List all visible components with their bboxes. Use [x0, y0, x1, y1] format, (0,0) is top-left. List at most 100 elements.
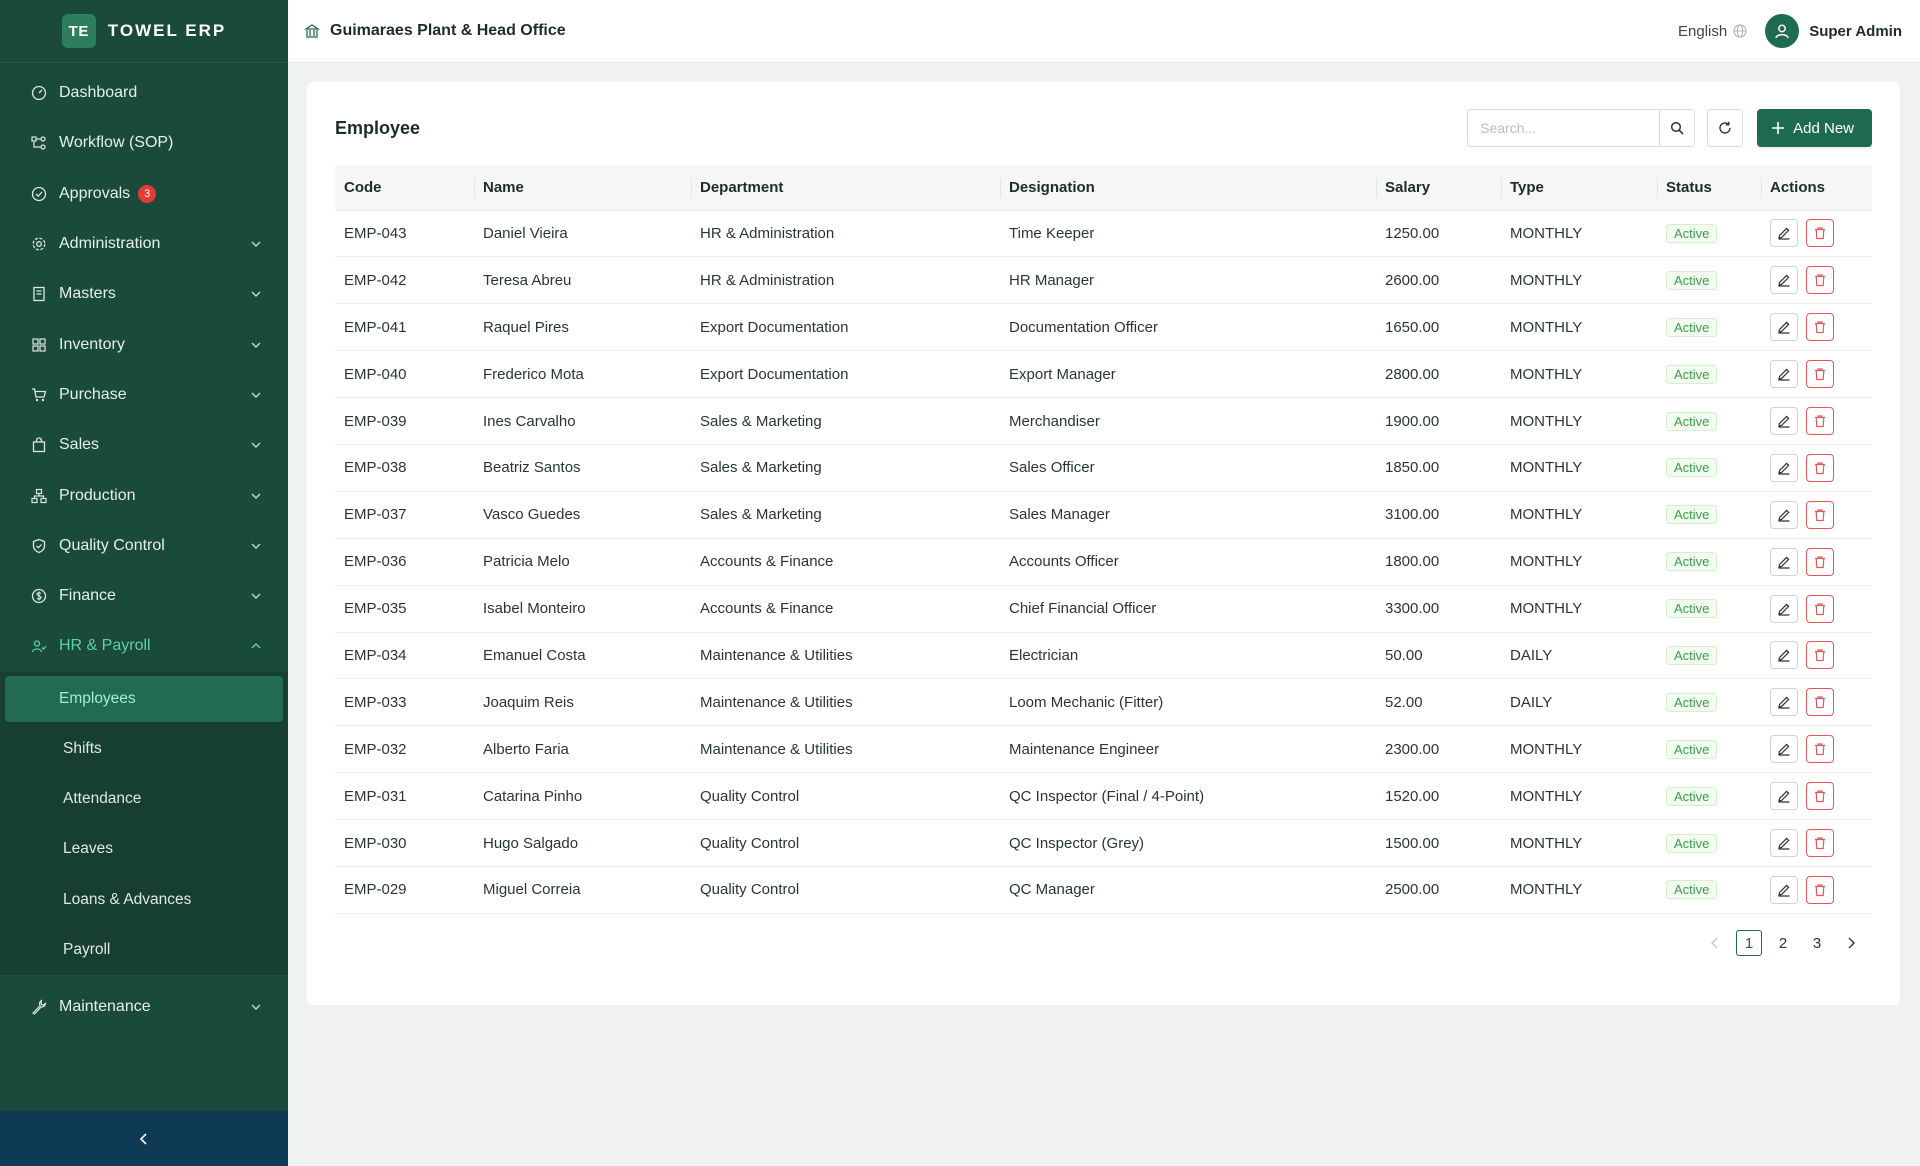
table-row[interactable]: EMP-036 Patricia Melo Accounts & Finance Ac…	[335, 538, 1872, 586]
delete-button[interactable]	[1806, 688, 1834, 717]
sidebar-item-icon	[31, 638, 47, 654]
cell-actions	[1761, 397, 1872, 445]
sidebar-item-masters[interactable]: Masters	[0, 269, 288, 319]
edit-button[interactable]	[1770, 782, 1798, 811]
sidebar-item-maintenance[interactable]: Maintenance	[0, 982, 288, 1032]
table-row[interactable]: EMP-033 Joaquim Reis Maintenance & Utiliti…	[335, 678, 1872, 727]
add-new-button[interactable]: Add New	[1757, 109, 1872, 147]
language-selector[interactable]: English	[1678, 23, 1747, 40]
search-button[interactable]	[1659, 109, 1696, 147]
row-actions	[1770, 547, 1863, 576]
edit-button[interactable]	[1770, 313, 1798, 342]
delete-button[interactable]	[1806, 453, 1834, 482]
status-badge: Active	[1666, 270, 1718, 290]
submenu-item-employees[interactable]: Employees	[5, 675, 283, 722]
edit-button[interactable]	[1770, 407, 1798, 435]
table-row[interactable]: EMP-031 Catarina Pinho Quality Control QC I…	[335, 772, 1872, 821]
edit-button[interactable]	[1770, 875, 1798, 904]
cell-actions	[1761, 350, 1872, 399]
sidebar-item-administration[interactable]: Administration	[0, 219, 288, 269]
delete-button[interactable]	[1806, 875, 1834, 904]
trash-icon	[1815, 415, 1825, 428]
status-badge: Active	[1666, 645, 1718, 665]
prev-page-button[interactable]	[1702, 930, 1728, 956]
table-row[interactable]: EMP-037 Vasco Guedes Sales & Marketing Sale…	[335, 491, 1872, 539]
table-row[interactable]: EMP-029 Miguel Correia Quality Control QC M…	[335, 866, 1872, 914]
submenu-item-attendance[interactable]: Attendance	[4, 774, 284, 824]
submenu-item-payroll[interactable]: Payroll	[4, 925, 284, 975]
chevron-left-icon	[139, 1132, 147, 1145]
cell-code: EMP-041	[335, 303, 474, 352]
submenu-item-leaves[interactable]: Leaves	[4, 824, 284, 874]
sidebar-item-quality[interactable]: Quality Control	[0, 521, 288, 571]
edit-button[interactable]	[1770, 735, 1798, 764]
sidebar-item-label: Inventory	[59, 335, 125, 353]
table-row[interactable]: EMP-040 Frederico Mota Export Documentatio…	[335, 350, 1872, 399]
delete-button[interactable]	[1806, 829, 1834, 858]
edit-button[interactable]	[1770, 266, 1798, 295]
edit-button[interactable]	[1770, 453, 1798, 482]
sidebar-item-label: Dashboard	[59, 84, 138, 102]
sidebar-item-label: Quality Control	[59, 536, 165, 554]
page-button-3[interactable]: 3	[1804, 930, 1830, 956]
delete-button[interactable]	[1806, 313, 1834, 342]
edit-button[interactable]	[1770, 547, 1798, 576]
cell-code: EMP-037	[335, 491, 474, 539]
page-button-2[interactable]: 2	[1770, 930, 1796, 956]
sidebar-item-purchase[interactable]: Purchase	[0, 370, 288, 420]
edit-button[interactable]	[1770, 500, 1798, 529]
table-row[interactable]: EMP-041 Raquel Pires Export Documentation D…	[335, 303, 1872, 352]
cell-type: DAILY	[1501, 632, 1657, 680]
edit-button[interactable]	[1770, 641, 1798, 670]
brand[interactable]: TE TOWEL ERP	[0, 0, 288, 63]
user-menu[interactable]: Super Admin	[1765, 14, 1902, 48]
sidebar-item-hr[interactable]: HR & Payroll	[0, 621, 288, 671]
table-row[interactable]: EMP-039 Ines Carvalho Sales & Marketing Mer…	[335, 397, 1872, 445]
table-row[interactable]: EMP-043 Daniel Vieira HR & Administration T…	[335, 210, 1872, 258]
table-row[interactable]: EMP-038 Beatriz Santos Sales & Marketing Sa…	[335, 444, 1872, 492]
user-icon	[1775, 24, 1789, 39]
cell-name: Patricia Melo	[474, 538, 691, 586]
table-row[interactable]: EMP-042 Teresa Abreu HR & Administration HR…	[335, 256, 1872, 305]
sidebar-item-approvals[interactable]: Approvals 3	[0, 169, 288, 219]
delete-button[interactable]	[1806, 266, 1834, 295]
collapse-sidebar-button[interactable]	[0, 1111, 288, 1166]
sidebar-item-production[interactable]: Production	[0, 470, 288, 520]
delete-button[interactable]	[1806, 641, 1834, 670]
table-row[interactable]: EMP-035 Isabel Monteiro Accounts & Finance…	[335, 585, 1872, 633]
edit-button[interactable]	[1770, 688, 1798, 717]
search-input[interactable]	[1467, 109, 1660, 147]
sidebar-item-chevron	[250, 490, 262, 502]
delete-button[interactable]	[1806, 782, 1834, 811]
next-page-button[interactable]	[1838, 930, 1864, 956]
sidebar-item-sales[interactable]: Sales	[0, 420, 288, 470]
edit-button[interactable]	[1770, 219, 1798, 248]
submenu-item-shifts[interactable]: Shifts	[4, 724, 284, 774]
delete-button[interactable]	[1806, 547, 1834, 576]
delete-button[interactable]	[1806, 735, 1834, 764]
delete-button[interactable]	[1806, 219, 1834, 248]
edit-button[interactable]	[1770, 594, 1798, 623]
cell-status: Active	[1657, 397, 1761, 445]
sidebar-item-finance[interactable]: Finance	[0, 571, 288, 621]
table-row[interactable]: EMP-030 Hugo Salgado Quality Control QC Ins…	[335, 819, 1872, 867]
sidebar-item-chevron	[250, 590, 262, 602]
submenu-item-loans-advances[interactable]: Loans & Advances	[4, 874, 284, 924]
delete-button[interactable]	[1806, 594, 1834, 623]
table-row[interactable]: EMP-034 Emanuel Costa Maintenance & Utilit…	[335, 632, 1872, 680]
cell-actions	[1761, 819, 1872, 867]
edit-button[interactable]	[1770, 829, 1798, 858]
delete-button[interactable]	[1806, 407, 1834, 435]
delete-button[interactable]	[1806, 500, 1834, 529]
refresh-button[interactable]	[1707, 109, 1744, 147]
cell-designation: Export Manager	[1000, 350, 1376, 399]
sidebar-item-inventory[interactable]: Inventory	[0, 319, 288, 369]
edit-button[interactable]	[1770, 360, 1798, 389]
table-row[interactable]: EMP-032 Alberto Faria Maintenance & Utilit…	[335, 725, 1872, 774]
org-selector[interactable]: Guimaraes Plant & Head Office	[304, 22, 566, 40]
page-button-1[interactable]: 1	[1736, 930, 1762, 956]
delete-button[interactable]	[1806, 360, 1834, 389]
cell-name: Catarina Pinho	[474, 772, 691, 821]
sidebar-item-dashboard[interactable]: Dashboard	[0, 68, 288, 118]
sidebar-item-workflow[interactable]: Workflow (SOP)	[0, 118, 288, 168]
